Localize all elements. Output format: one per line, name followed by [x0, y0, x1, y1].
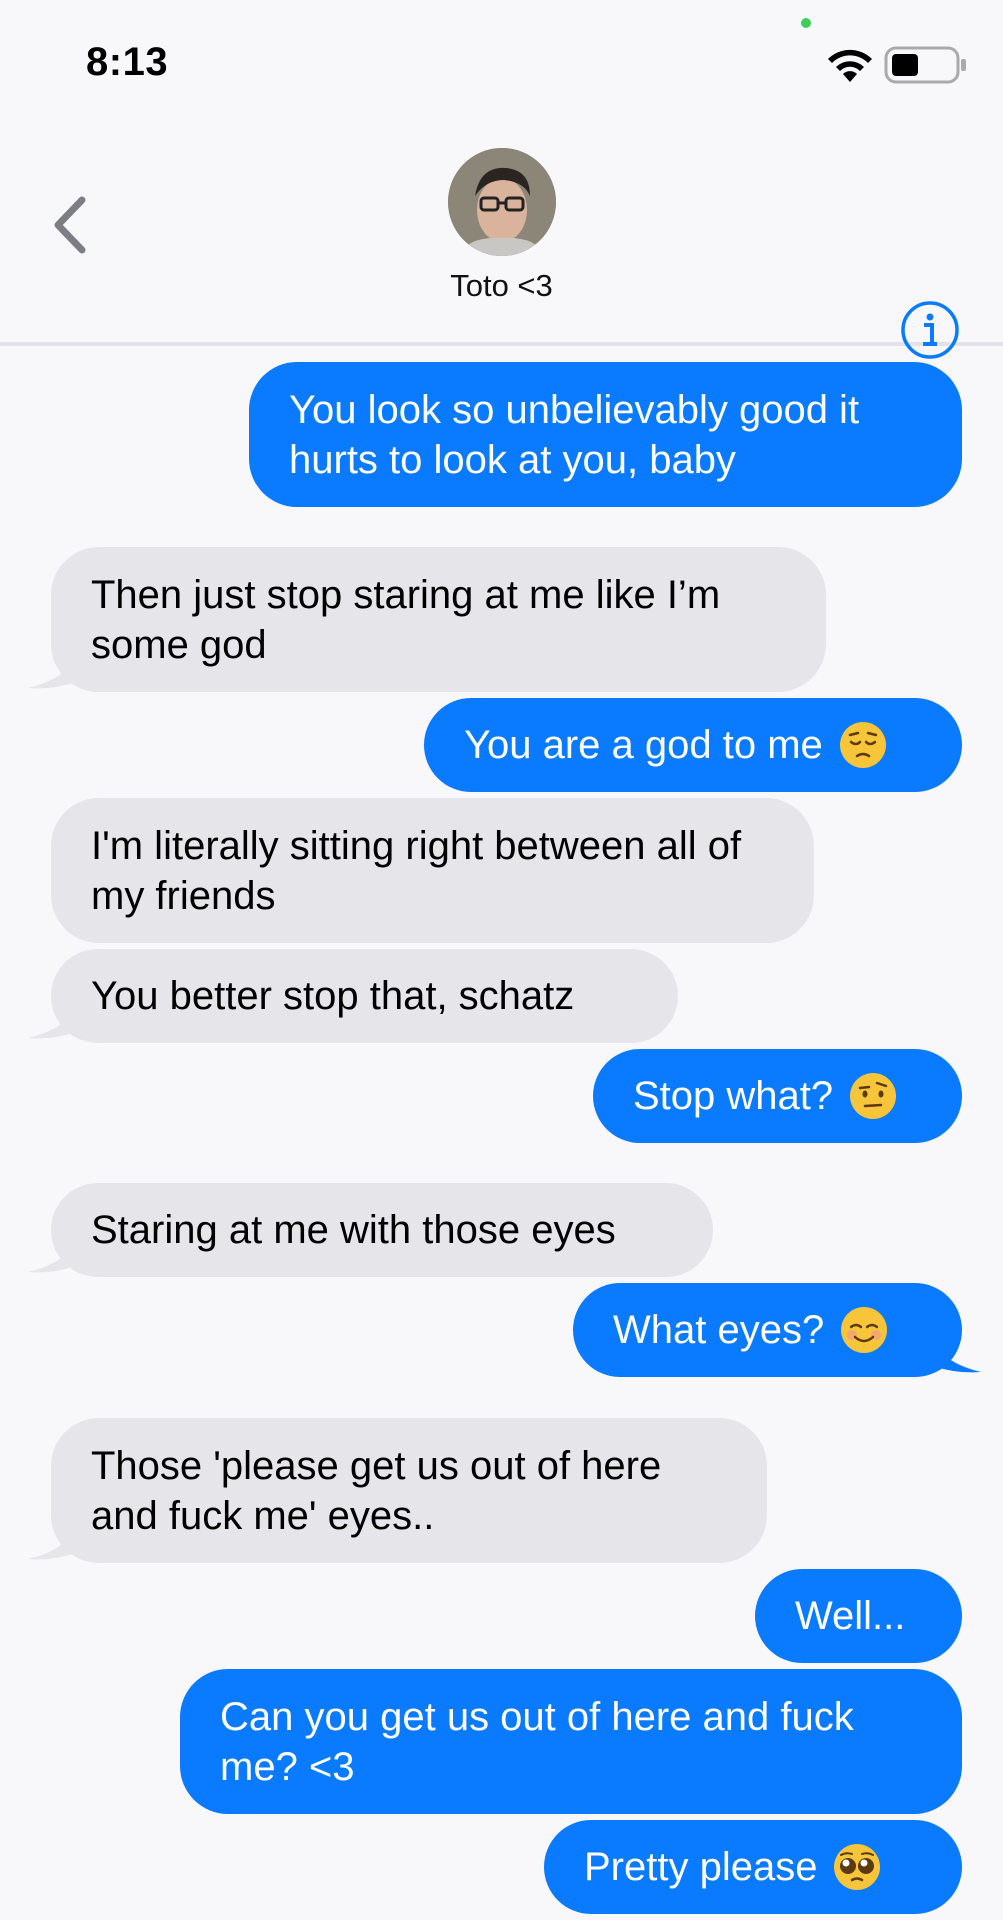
message-bubble-sent[interactable]: Can you get us out of here and fuck me? …	[180, 1669, 962, 1814]
avatar[interactable]	[448, 148, 556, 256]
message-text: Then just stop staring at me like I’m so…	[91, 572, 721, 667]
message-text: What eyes?	[613, 1308, 825, 1352]
contact-photo	[448, 148, 556, 256]
message-text: Well...	[795, 1594, 906, 1638]
bubble-tail	[28, 1236, 76, 1273]
contact-name[interactable]: Toto <3	[0, 268, 1003, 304]
message-bubble-received[interactable]: Then just stop staring at me like I’m so…	[51, 547, 826, 692]
message-bubble-sent[interactable]: What eyes?	[573, 1283, 962, 1377]
smiling-face-emoji	[841, 1307, 888, 1353]
message-text: Those 'please get us out of here and fuc…	[91, 1443, 662, 1538]
message-bubble-received[interactable]: You better stop that, schatz	[51, 949, 678, 1043]
info-icon[interactable]	[900, 300, 960, 360]
message-bubble-sent[interactable]: Well...	[755, 1569, 962, 1663]
message-bubble-sent[interactable]: You are a god to me	[424, 698, 962, 792]
status-time: 8:13	[86, 40, 169, 84]
message-bubble-received[interactable]: I'm literally sitting right between all …	[51, 798, 814, 943]
message-text: You are a god to me	[464, 723, 823, 767]
raised-eyebrow-face-emoji	[850, 1073, 897, 1119]
chevron-left-icon[interactable]	[46, 190, 96, 260]
message-bubble-received[interactable]: Those 'please get us out of here and fuc…	[51, 1418, 767, 1563]
pleading-face-emoji	[834, 1844, 881, 1890]
message-text: Stop what?	[633, 1074, 834, 1118]
message-bubble-sent[interactable]: Stop what?	[593, 1049, 962, 1143]
message-text: Can you get us out of here and fuck me? …	[220, 1694, 854, 1789]
wifi-icon	[828, 49, 872, 82]
status-bar: 8:13	[0, 0, 1003, 110]
bubble-tail	[28, 1002, 76, 1039]
message-bubble-sent[interactable]: Pretty please	[544, 1820, 962, 1914]
conversation-header: Toto <3	[0, 110, 1003, 359]
bubble-tail	[933, 1336, 981, 1373]
message-bubble-received[interactable]: Staring at me with those eyes	[51, 1183, 713, 1277]
bubble-tail	[28, 1523, 76, 1560]
message-text: You look so unbelievably good it hurts t…	[289, 387, 860, 482]
message-text: You better stop that, schatz	[91, 974, 575, 1018]
bubble-tail	[28, 652, 76, 689]
message-text: Pretty please	[584, 1845, 818, 1889]
message-text: I'm literally sitting right between all …	[91, 823, 742, 918]
message-bubble-sent[interactable]: You look so unbelievably good it hurts t…	[249, 362, 962, 507]
camera-indicator	[801, 18, 811, 28]
pensive-face-emoji	[839, 722, 886, 768]
battery-icon	[884, 46, 966, 84]
message-text: Staring at me with those eyes	[91, 1208, 616, 1252]
